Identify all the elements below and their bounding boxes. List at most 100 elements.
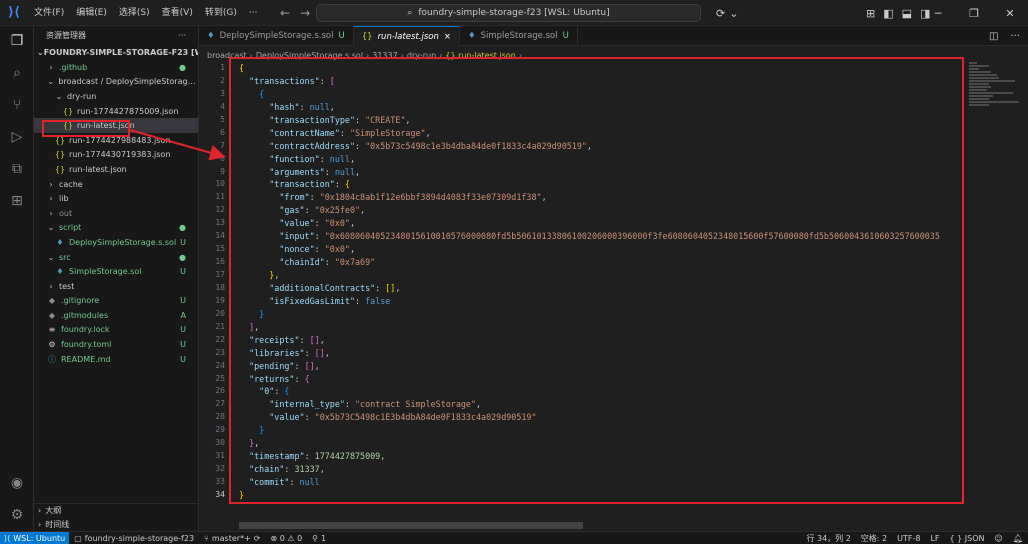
tree-folder[interactable]: › lib bbox=[34, 191, 198, 206]
line-number: 22 bbox=[215, 334, 225, 344]
cursor-position[interactable]: 行 34，列 2 bbox=[801, 533, 855, 544]
notifications-bell-icon[interactable]: 🔔︎ bbox=[1008, 534, 1028, 543]
tree-item-label: README.md bbox=[61, 354, 111, 364]
solidity-file-icon: ♦ bbox=[56, 237, 64, 247]
account-icon[interactable]: ◉ bbox=[0, 468, 34, 498]
line-number: 16 bbox=[215, 257, 225, 267]
tab-run-latest-json[interactable]: {} run-latest.json × bbox=[353, 26, 460, 46]
tree-folder[interactable]: › test bbox=[34, 279, 198, 294]
run-debug-icon[interactable]: ▷ bbox=[0, 122, 34, 152]
file-tree: › .github ● ⌄ broadcast / DeploySimpleStorag… bbox=[34, 60, 198, 366]
menu-edit[interactable]: 编辑(E) bbox=[70, 0, 113, 26]
ports-label: 1 bbox=[321, 533, 327, 543]
nav-arrows: ← → bbox=[280, 0, 310, 26]
chevron-down-icon: ⌄ bbox=[47, 77, 55, 87]
explorer-more-button[interactable]: ··· bbox=[178, 31, 186, 40]
tree-file[interactable]: ⓘ README.md U bbox=[34, 352, 198, 367]
settings-gear-icon[interactable]: ⚙ bbox=[0, 500, 34, 530]
tree-file[interactable]: ◆ .gitmodules A bbox=[34, 308, 198, 323]
command-center-label: foundry-simple-storage-f23 [WSL: Ubuntu] bbox=[418, 8, 610, 18]
menu-go[interactable]: 转到(G) bbox=[199, 0, 243, 26]
customize-layout-icon[interactable]: ⊞ bbox=[866, 7, 875, 20]
line-number: 17 bbox=[215, 270, 225, 279]
tab-deploy-simple-storage[interactable]: ♦ DeploySimpleStorage.s.sol U bbox=[199, 26, 354, 46]
tree-item-label: foundry.toml bbox=[61, 340, 112, 350]
chevron-down-icon: ⌄ bbox=[55, 91, 63, 101]
outline-section[interactable]: › 大纲 bbox=[34, 503, 198, 517]
tree-item-label: .gitmodules bbox=[61, 310, 109, 320]
tree-item-label: test bbox=[59, 281, 75, 291]
line-number: 12 bbox=[215, 205, 225, 215]
line-number: 29 bbox=[215, 425, 225, 435]
tree-file[interactable]: ♦ SimpleStorage.sol U bbox=[34, 264, 198, 279]
antenna-icon: ⚲ bbox=[312, 533, 319, 543]
branch-label: master*+ bbox=[211, 533, 251, 543]
solidity-file-icon: ♦ bbox=[207, 31, 215, 41]
line-number: 15 bbox=[215, 244, 225, 254]
timeline-section[interactable]: › 时间线 bbox=[34, 517, 198, 531]
horizontal-scrollbar[interactable] bbox=[239, 522, 583, 529]
back-arrow-icon[interactable]: ← bbox=[280, 6, 290, 20]
toggle-sidebar-icon[interactable]: ◧ bbox=[883, 7, 893, 20]
tree-folder[interactable]: ⌄ dry-run bbox=[34, 89, 198, 104]
menu-file[interactable]: 文件(F) bbox=[28, 0, 70, 26]
search-icon[interactable]: ⌕ bbox=[0, 58, 34, 88]
language-mode[interactable]: { } JSON bbox=[945, 534, 990, 543]
workspace-folder[interactable]: ⌄ FOUNDRY-SIMPLE-STORAGE-F23 [WSL: ... bbox=[34, 44, 198, 60]
outline-label: 大纲 bbox=[45, 506, 62, 515]
minimize-icon[interactable]: ─ bbox=[920, 7, 956, 20]
tree-folder[interactable]: › cache bbox=[34, 177, 198, 192]
git-branch-icon: ⑂ bbox=[204, 533, 209, 543]
restore-icon[interactable]: ❐ bbox=[956, 7, 992, 20]
split-editor-icon[interactable]: ◫ bbox=[989, 31, 998, 42]
source-control-icon[interactable]: ⑂ bbox=[0, 90, 34, 120]
tree-file[interactable]: ◆ .gitignore U bbox=[34, 294, 198, 309]
tab-simple-storage[interactable]: ♦ SimpleStorage.sol U bbox=[460, 26, 578, 46]
ports-indicator[interactable]: ⚲ 1 bbox=[307, 534, 331, 543]
branch-indicator[interactable]: ⑂ master*+ ⟳ bbox=[199, 534, 265, 543]
tree-item-label: dry-run bbox=[67, 91, 97, 101]
menu-selection[interactable]: 选择(S) bbox=[113, 0, 156, 26]
copilot-status-icon[interactable]: ☺ bbox=[990, 534, 1008, 543]
copilot-button[interactable]: ⟳ ⌄ bbox=[716, 4, 738, 22]
git-status-badge: ● bbox=[179, 223, 186, 233]
tree-folder[interactable]: › out bbox=[34, 206, 198, 221]
tree-folder[interactable]: ⌄ broadcast / DeploySimpleStorage.s... bbox=[34, 75, 198, 90]
git-status-badge: U bbox=[180, 267, 186, 277]
tree-file[interactable]: {} run-1774430719383.json bbox=[34, 148, 198, 163]
explorer-icon[interactable]: ❐ bbox=[0, 26, 34, 56]
tree-item-label: lib bbox=[59, 194, 69, 204]
line-number: 4 bbox=[220, 101, 225, 111]
command-center-search[interactable]: ⌕ foundry-simple-storage-f23 [WSL: Ubunt… bbox=[316, 4, 701, 22]
encoding[interactable]: UTF-8 bbox=[892, 534, 925, 543]
close-icon[interactable]: ✕ bbox=[992, 7, 1028, 20]
tab-close-icon[interactable]: × bbox=[444, 32, 451, 42]
menu-bar: 文件(F) 编辑(E) 选择(S) 查看(V) 转到(G) ··· bbox=[28, 0, 263, 26]
info-icon: ⓘ bbox=[48, 354, 56, 364]
workspace-indicator[interactable]: ▢ foundry-simple-storage-f23 bbox=[69, 534, 199, 543]
tree-file[interactable]: {} run-latest.json bbox=[34, 162, 198, 177]
end-of-line[interactable]: LF bbox=[925, 534, 944, 543]
remote-indicator[interactable]: ⟩⟨ WSL: Ubuntu bbox=[0, 531, 70, 544]
menu-more[interactable]: ··· bbox=[243, 0, 264, 26]
more-actions-icon[interactable]: ··· bbox=[1010, 31, 1020, 42]
line-number: 8 bbox=[220, 153, 225, 163]
minimap[interactable] bbox=[969, 62, 1019, 122]
extensions-icon[interactable]: ⊞ bbox=[0, 186, 34, 216]
problems-indicator[interactable]: ⊗ 0 ⚠ 0 bbox=[265, 534, 307, 543]
tree-file[interactable]: {} run-1774427875009.json bbox=[34, 104, 198, 119]
indentation[interactable]: 空格: 2 bbox=[856, 533, 892, 544]
forward-arrow-icon[interactable]: → bbox=[300, 6, 310, 20]
tree-file[interactable]: ⚙ foundry.toml U bbox=[34, 337, 198, 352]
tree-folder[interactable]: › .github ● bbox=[34, 60, 198, 75]
tree-item-label: broadcast / DeploySimpleStorage.s... bbox=[58, 77, 198, 87]
tree-item-label: SimpleStorage.sol bbox=[69, 267, 142, 277]
tree-folder[interactable]: ⌄ script ● bbox=[34, 221, 198, 236]
toggle-panel-icon[interactable]: ⬓ bbox=[902, 7, 912, 20]
tab-label: run-latest.json bbox=[377, 31, 439, 42]
tree-file[interactable]: ♦ DeploySimpleStorage.s.sol U bbox=[34, 235, 198, 250]
tree-folder[interactable]: ⌄ src ● bbox=[34, 250, 198, 265]
menu-view[interactable]: 查看(V) bbox=[156, 0, 199, 26]
remote-explorer-icon[interactable]: ⧉ bbox=[0, 154, 34, 184]
tree-file[interactable]: ≡ foundry.lock U bbox=[34, 323, 198, 338]
